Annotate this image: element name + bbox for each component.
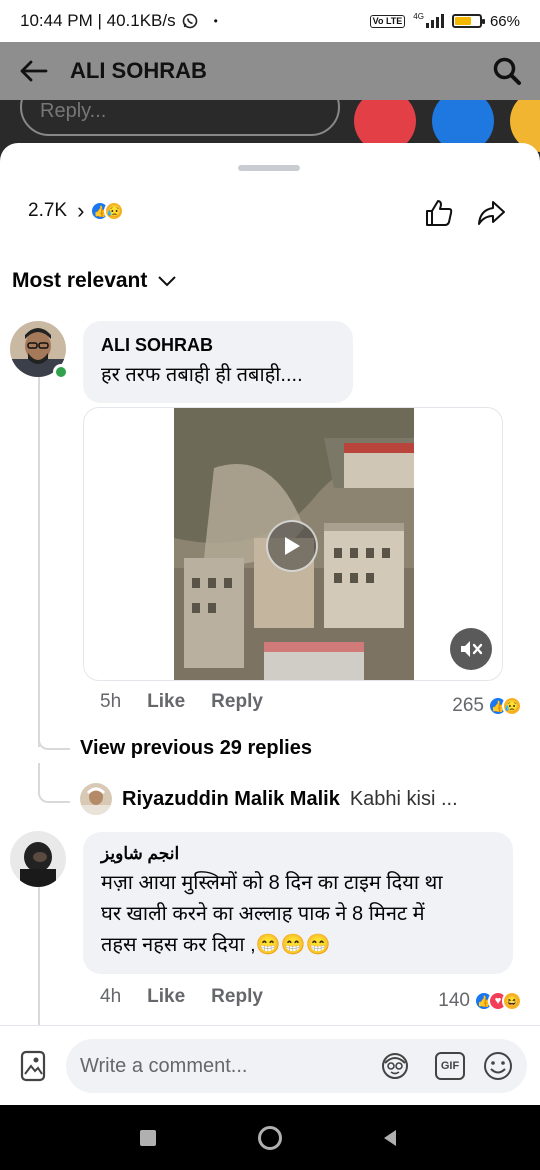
app-header: ALI SOHRAB	[0, 42, 540, 100]
photo-icon[interactable]	[20, 1050, 46, 1082]
chevron-down-icon	[158, 276, 177, 287]
status-time-speed: 10:44 PM | 40.1KB/s	[20, 11, 176, 30]
play-button[interactable]	[266, 520, 318, 572]
back-arrow-icon[interactable]	[18, 59, 48, 83]
drag-handle[interactable]	[238, 165, 300, 171]
comment-input[interactable]: Write a comment... GIF	[66, 1039, 527, 1093]
comment-text: मज़ा आया मुस्लिमों को 8 दिन का टाइम दिया…	[101, 868, 495, 961]
reactions-count: 2.7K	[28, 200, 68, 221]
reactions-summary[interactable]: 2.7K › 👍 😥	[28, 198, 125, 224]
comment-bubble[interactable]: ALI SOHRAB हर तरफ तबाही ही तबाही....	[83, 321, 353, 403]
like-button[interactable]: Like	[147, 986, 185, 1008]
whatsapp-icon	[182, 13, 197, 29]
reaction-count: 265	[452, 695, 484, 716]
comment-input-placeholder: Write a comment...	[80, 1055, 248, 1077]
gif-label: GIF	[440, 1060, 460, 1072]
like-button[interactable]: Like	[147, 691, 185, 713]
home-button[interactable]	[258, 1126, 282, 1150]
avatar[interactable]	[80, 783, 112, 815]
sad-reaction-icon: 😥	[502, 696, 522, 716]
play-icon	[285, 537, 300, 555]
comment-actions: 5h Like Reply	[100, 691, 263, 713]
haha-reaction-icon: 😆	[502, 991, 522, 1011]
page-title: ALI SOHRAB	[70, 58, 207, 83]
muted-speaker-icon	[461, 641, 483, 657]
online-indicator	[53, 364, 69, 380]
sort-dropdown[interactable]: Most relevant	[12, 269, 177, 293]
background-reply-field: Reply...	[20, 100, 340, 136]
comment-time: 4h	[100, 986, 122, 1007]
recent-apps-button[interactable]	[140, 1130, 156, 1146]
comment-reactions[interactable]: 265 👍 😥	[452, 695, 522, 717]
battery-icon	[451, 14, 485, 28]
sort-label: Most relevant	[12, 269, 148, 292]
thread-branch	[38, 763, 70, 803]
comment-text-line: घर खाली करने का अल्लाह पाक ने 8 मिनट में	[101, 903, 425, 925]
comment-author[interactable]: انجم شاویز	[101, 844, 495, 864]
back-icon[interactable]	[382, 1129, 398, 1147]
comment-text-line: तहस नहस कर दिया ,😁😁😁	[101, 934, 331, 956]
video-attachment[interactable]	[83, 407, 503, 681]
comments-sheet: 2.7K › 👍 😥 Most relevant ALI SOHRAB हर त…	[0, 143, 540, 1028]
comment-author[interactable]: ALI SOHRAB	[101, 335, 335, 356]
thread-branch	[38, 718, 70, 750]
sad-reaction-icon: 😥	[104, 201, 125, 221]
thread-line	[38, 883, 40, 1028]
volte-icon: Vo LTE	[369, 14, 406, 28]
like-thumb-icon[interactable]	[424, 198, 454, 228]
avatar-sticker-icon[interactable]	[380, 1051, 410, 1081]
comment-bubble[interactable]: انجم شاویز मज़ा आया मुस्लिमों को 8 दिन क…	[83, 832, 513, 974]
avatar[interactable]	[10, 831, 66, 887]
system-nav-bar	[0, 1105, 540, 1170]
comment-text: हर तरफ तबाही ही तबाही....	[101, 364, 303, 386]
reply-button[interactable]: Reply	[211, 986, 263, 1008]
signal-icon	[425, 14, 444, 28]
status-bar: 10:44 PM | 40.1KB/s • Vo LTE 4G 66%	[0, 0, 540, 42]
comment-composer: Write a comment... GIF	[0, 1025, 540, 1105]
reaction-count: 140	[438, 990, 470, 1011]
emoji-icon[interactable]	[482, 1050, 514, 1082]
reply-author[interactable]: Riyazuddin Malik Malik	[122, 788, 340, 811]
comment-text-line: मज़ा आया मुस्लिमों को 8 दिन का टाइम दिया…	[101, 872, 443, 894]
reply-button[interactable]: Reply	[211, 691, 263, 713]
thread-line	[38, 377, 40, 747]
reply-preview[interactable]: Riyazuddin Malik Malik Kabhi kisi ...	[80, 783, 458, 815]
battery-percent: 66%	[489, 12, 520, 30]
chevron-right-icon: ›	[77, 198, 85, 223]
comment-reactions[interactable]: 140 👍 ♥ 😆	[438, 990, 522, 1012]
status-dot: •	[213, 14, 218, 28]
share-icon[interactable]	[476, 198, 506, 228]
reply-snippet: Kabhi kisi ...	[349, 787, 458, 810]
gif-button[interactable]: GIF	[435, 1052, 465, 1080]
comment-time: 5h	[100, 691, 122, 712]
video-thumbnail[interactable]	[174, 408, 414, 680]
view-previous-replies[interactable]: View previous 29 replies	[80, 737, 312, 760]
network-type: 4G	[413, 11, 424, 21]
mute-button[interactable]	[450, 628, 492, 670]
comment-actions: 4h Like Reply	[100, 986, 263, 1008]
search-icon[interactable]	[492, 56, 522, 86]
